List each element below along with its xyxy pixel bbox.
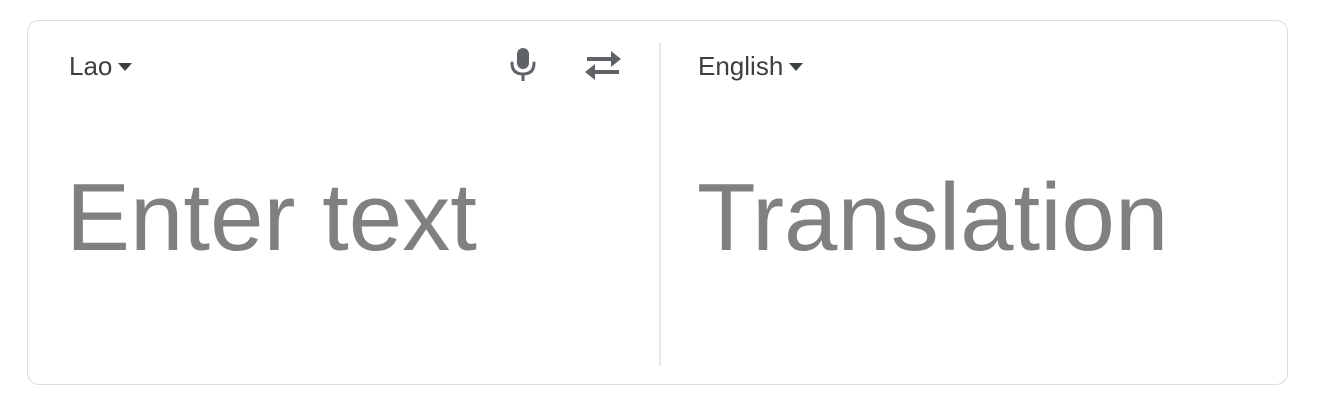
swap-languages-icon xyxy=(585,51,621,80)
caret-down-icon xyxy=(118,63,133,71)
source-text-input[interactable] xyxy=(66,163,626,273)
swap-languages-button[interactable] xyxy=(581,43,625,87)
microphone-icon xyxy=(510,48,536,81)
target-language-select[interactable]: English xyxy=(698,51,804,81)
translation-output: Translation xyxy=(697,164,1169,271)
source-language-select[interactable]: Lao xyxy=(69,51,133,81)
target-language-label: English xyxy=(698,51,784,81)
caret-down-icon xyxy=(789,63,804,71)
source-language-label: Lao xyxy=(69,51,113,81)
panel-divider xyxy=(659,43,661,366)
microphone-button[interactable] xyxy=(501,43,545,87)
translate-card: Lao English Translation xyxy=(27,20,1288,385)
